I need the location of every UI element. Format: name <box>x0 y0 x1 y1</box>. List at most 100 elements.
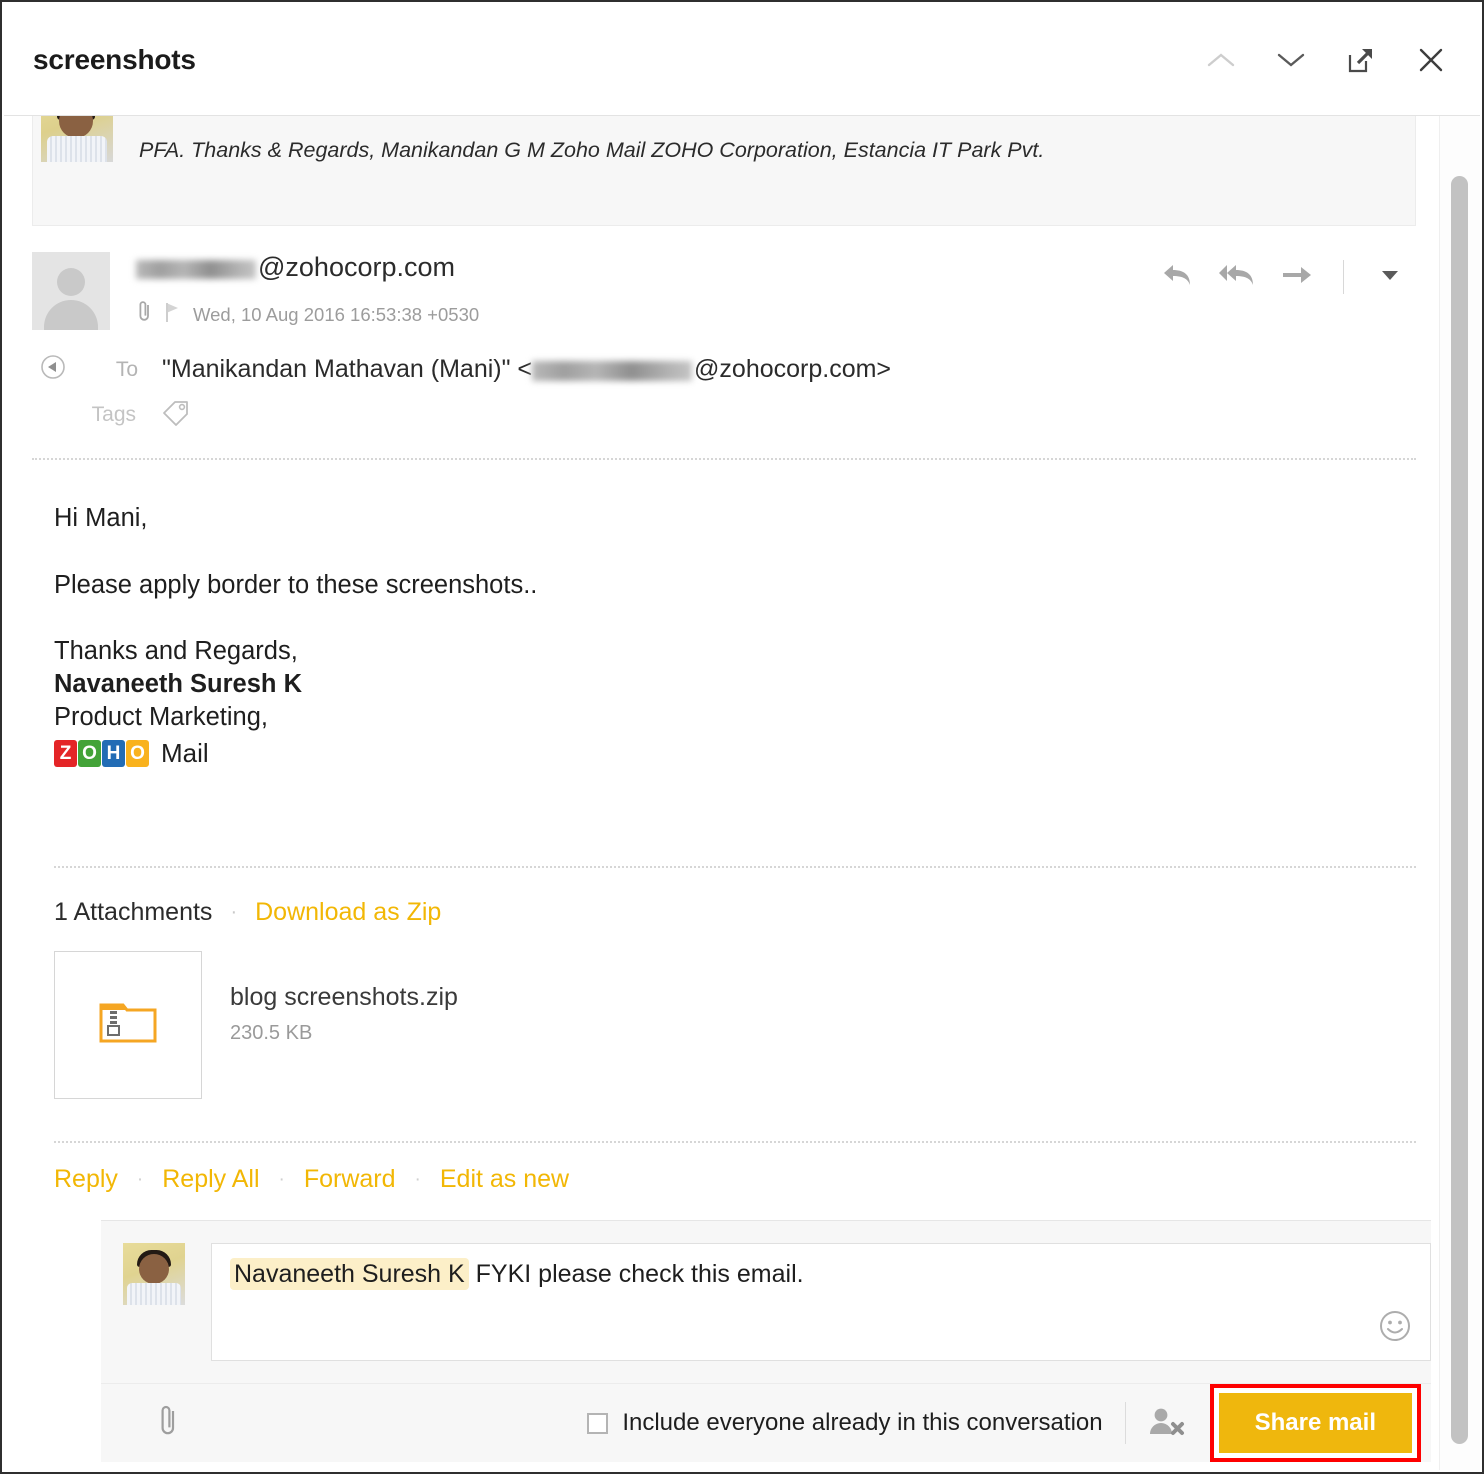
message-body: Hi Mani, Please apply border to these sc… <box>4 460 1444 770</box>
sender-domain: @zohocorp.com <box>258 252 455 282</box>
body-greeting: Hi Mani, <box>54 504 148 532</box>
scrollbar-thumb[interactable] <box>1451 176 1468 1444</box>
window-action-buttons <box>1204 43 1448 77</box>
message-date: Wed, 10 Aug 2016 16:53:38 +0530 <box>193 303 480 325</box>
chevron-down-icon <box>352 116 372 117</box>
separator-dot: · <box>136 1168 144 1190</box>
more-options-button[interactable] <box>1372 260 1408 294</box>
vertical-scrollbar[interactable] <box>1439 116 1480 1470</box>
collapse-circle-icon <box>40 354 66 385</box>
include-everyone-label: Include everyone already in this convers… <box>622 1409 1103 1437</box>
share-mail-button[interactable]: Share mail <box>1218 1393 1412 1454</box>
signature-product-line: Z O H O Mail <box>54 737 1416 770</box>
attachments-section: 1 Attachments · Download as Zip blog scr… <box>4 868 1444 1100</box>
attachment-info: blog screenshots.zip 230.5 KB <box>230 951 458 1045</box>
zoho-logo-letter-h: H <box>102 740 125 768</box>
to-recipient-domain: @zohocorp.com> <box>694 355 892 383</box>
flag-icon[interactable] <box>165 301 181 328</box>
attachment-indicator-icon <box>136 300 153 329</box>
next-message-button[interactable] <box>1274 43 1308 77</box>
signature-signoff: Thanks and Regards, <box>54 637 298 666</box>
forward-link[interactable]: Forward <box>304 1165 396 1194</box>
attach-file-button[interactable] <box>157 1404 179 1443</box>
message-action-buttons <box>1159 260 1408 294</box>
previous-message-preview[interactable]: Me · 5:00 PM · · <box>32 116 1416 226</box>
body-paragraph: Please apply border to these screenshots… <box>54 570 538 599</box>
email-viewer-window: screenshots PFA. Thanks & Regards, Manik… <box>0 0 1484 1474</box>
message-meta: Wed, 10 Aug 2016 16:53:38 +0530 <box>136 300 1416 329</box>
tags-label: Tags <box>91 402 136 426</box>
avatar <box>41 116 113 162</box>
redacted-recipient-address <box>532 361 693 381</box>
collapse-details-button[interactable] <box>34 354 72 385</box>
avatar <box>32 252 110 330</box>
caret-down-icon <box>1381 268 1399 286</box>
previous-message-button[interactable] <box>1204 43 1238 77</box>
smiley-icon <box>1378 1311 1412 1347</box>
reply-all-arrow-icon <box>1218 261 1256 294</box>
forward-arrow-icon <box>1281 261 1313 294</box>
to-label: To <box>115 357 138 381</box>
reply-button[interactable] <box>1159 260 1195 294</box>
include-everyone-checkbox-row[interactable]: Include everyone already in this convers… <box>587 1409 1103 1437</box>
to-field-row: To "Manikandan Mathavan (Mani)" < @zohoco… <box>32 354 1416 385</box>
previous-message-time: 5:00 PM <box>247 116 325 117</box>
to-recipient-name: "Manikandan Mathavan (Mani)" < <box>162 355 533 383</box>
remove-person-button[interactable] <box>1146 1404 1186 1443</box>
comment-row: Navaneeth Suresh K FYKI please check thi… <box>101 1221 1431 1362</box>
chevron-up-icon <box>1206 50 1236 70</box>
separator-dot: · <box>278 1168 285 1190</box>
attachments-header: 1 Attachments · Download as Zip <box>54 898 1416 927</box>
comment-text: Navaneeth Suresh K FYKI please check thi… <box>212 1244 1430 1305</box>
emoji-picker-button[interactable] <box>1378 1309 1412 1348</box>
tags-field-row: Tags <box>32 397 1416 432</box>
mention-chip[interactable]: Navaneeth Suresh K <box>230 1258 469 1291</box>
signature-block: Thanks and Regards, Navaneeth Suresh K P… <box>54 635 1416 770</box>
page-title: screenshots <box>33 43 196 75</box>
message-header: @zohocorp.com Wed, 10 Aug 2016 16:53:38 … <box>4 226 1444 432</box>
avatar <box>123 1243 185 1306</box>
attachment-indicator-icon <box>179 116 195 119</box>
reply-all-link[interactable]: Reply All <box>162 1165 259 1194</box>
reply-arrow-icon <box>1161 261 1193 294</box>
open-in-new-window-button[interactable] <box>1344 43 1378 77</box>
person-remove-icon <box>1146 1404 1186 1443</box>
edit-as-new-link[interactable]: Edit as new <box>440 1165 569 1194</box>
add-tag-button[interactable] <box>160 397 192 432</box>
share-toolbar: Include everyone already in this convers… <box>101 1383 1431 1463</box>
zoho-logo-icon: Z O H O <box>54 740 149 768</box>
reply-action-links: Reply · Reply All · Forward · Edit as ne… <box>4 1143 1444 1194</box>
window-header: screenshots <box>4 4 1480 116</box>
divider <box>1343 260 1344 294</box>
previous-message-sender: Me <box>139 116 168 117</box>
paperclip-icon <box>157 1404 179 1443</box>
zoho-logo-letter-o2: O <box>126 740 149 768</box>
zoho-logo-letter-o1: O <box>78 740 101 768</box>
zip-folder-icon <box>99 999 157 1052</box>
tag-icon <box>160 401 192 431</box>
close-icon <box>1418 47 1444 73</box>
signature-product-name: Mail <box>161 738 209 769</box>
popout-icon <box>1347 46 1375 74</box>
comment-input[interactable]: Navaneeth Suresh K FYKI please check thi… <box>211 1243 1431 1362</box>
attachment-filename[interactable]: blog screenshots.zip <box>230 983 458 1012</box>
close-button[interactable] <box>1414 43 1448 77</box>
zoho-logo-letter-z: Z <box>54 740 77 768</box>
share-mail-panel: Navaneeth Suresh K FYKI please check thi… <box>101 1220 1431 1463</box>
chevron-down-icon <box>1276 50 1306 70</box>
download-as-zip-link[interactable]: Download as Zip <box>255 898 441 927</box>
share-mail-highlight: Share mail <box>1209 1384 1421 1463</box>
separator-dot: · <box>414 1168 421 1190</box>
include-everyone-checkbox[interactable] <box>587 1412 609 1434</box>
attachments-count: 1 Attachments <box>54 898 213 927</box>
signature-role: Product Marketing, <box>54 702 269 731</box>
reply-link[interactable]: Reply <box>54 1165 118 1194</box>
attachment-filesize: 230.5 KB <box>230 1022 313 1045</box>
separator-dot: · <box>230 901 238 924</box>
to-value: "Manikandan Mathavan (Mani)" < @zohocorp.… <box>162 355 891 384</box>
flag-icon <box>206 116 220 118</box>
attachment-item: blog screenshots.zip 230.5 KB <box>54 951 1416 1100</box>
forward-button[interactable] <box>1279 260 1315 294</box>
reply-all-button[interactable] <box>1219 260 1255 294</box>
attachment-thumbnail[interactable] <box>54 951 202 1100</box>
